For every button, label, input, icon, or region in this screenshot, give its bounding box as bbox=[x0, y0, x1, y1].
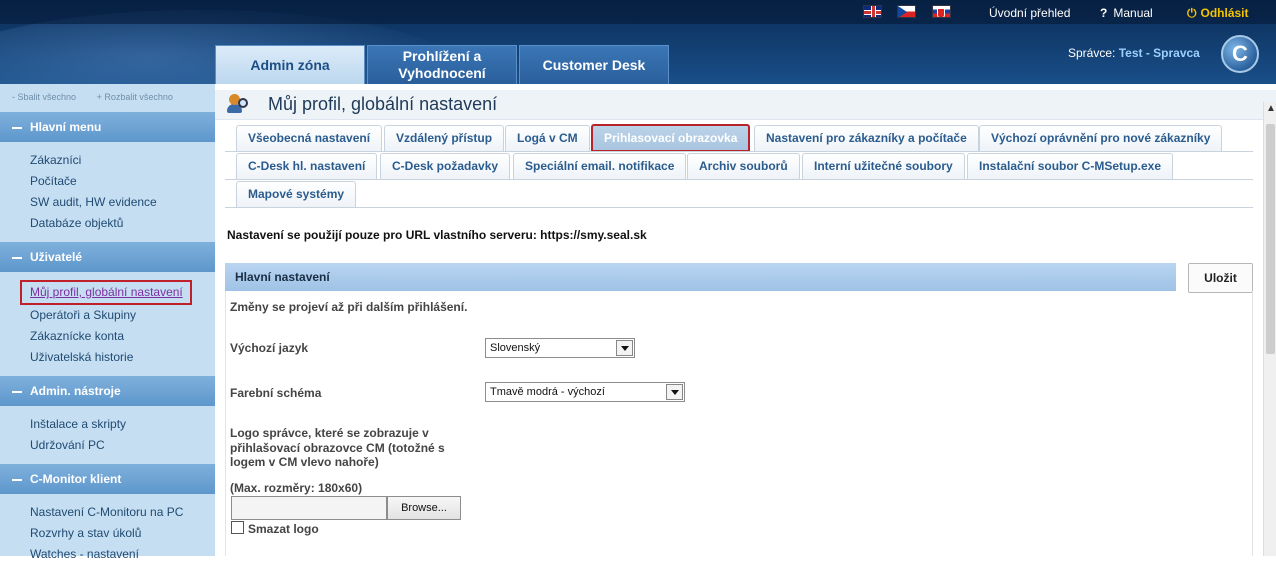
top-bar bbox=[0, 0, 1276, 24]
section-title: Uživatelé bbox=[30, 250, 83, 264]
sidebar-item-computers[interactable]: Počítače bbox=[30, 171, 215, 192]
chevron-down-icon[interactable] bbox=[666, 384, 683, 400]
sidebar-section-admin-tools[interactable]: Admin. nástroje bbox=[0, 376, 215, 406]
tab-special-email[interactable]: Speciální email. notifikace bbox=[513, 153, 687, 179]
browse-button[interactable]: Browse... bbox=[387, 496, 461, 520]
sidebar-item-customer-accounts[interactable]: Zákaznícke konta bbox=[30, 326, 215, 347]
sidebar-item-schedules[interactable]: Rozvrhy a stav úkolů bbox=[30, 523, 215, 544]
logout-label: Odhlásit bbox=[1200, 6, 1249, 20]
sidebar: - Sbalit všechno + Rozbalit všechno Hlav… bbox=[0, 84, 215, 561]
tab-file-archive[interactable]: Archiv souborů bbox=[687, 153, 800, 179]
logo-label-line2: přihlašovací obrazovce CM (totožné s bbox=[230, 441, 445, 455]
sidebar-item-pc-maintenance[interactable]: Udržování PC bbox=[30, 435, 215, 456]
sidebar-item-install-scripts[interactable]: Inštalace a skripty bbox=[30, 414, 215, 435]
sidebar-item-customers[interactable]: Zákazníci bbox=[30, 150, 215, 171]
tab-divider bbox=[225, 151, 1253, 152]
tab-login-screen[interactable]: Prihlasovací obrazovka bbox=[591, 124, 751, 152]
sidebar-list-main-menu: Zákazníci Počítače SW audit, HW evidence… bbox=[0, 142, 215, 242]
uk-flag-icon[interactable] bbox=[863, 5, 882, 18]
save-button[interactable]: Uložit bbox=[1188, 263, 1253, 293]
tab-admin-zone[interactable]: Admin zóna bbox=[215, 45, 365, 84]
tab-installer-file[interactable]: Instalační soubor C-MSetup.exe bbox=[967, 153, 1174, 179]
app-logo: C bbox=[1221, 35, 1259, 73]
manual-label: Manual bbox=[1113, 6, 1153, 20]
logo-label-line3: logem v CM vlevo nahoře) bbox=[230, 455, 379, 469]
tab-default-permissions[interactable]: Výchozí oprávnění pro nové zákazníky bbox=[979, 125, 1223, 151]
server-info-text: Nastavení se použijí pouze pro URL vlast… bbox=[227, 228, 647, 242]
tab-remote-access[interactable]: Vzdálený přístup bbox=[384, 125, 505, 151]
color-scheme-select[interactable]: Tmavě modrá - výchozí bbox=[485, 382, 685, 402]
sidebar-section-cmonitor[interactable]: C-Monitor klient bbox=[0, 464, 215, 494]
tab-logos-cm[interactable]: Logá v CM bbox=[505, 125, 590, 151]
main-content: Můj profil, globální nastavení ▲ Všeobec… bbox=[215, 84, 1276, 556]
delete-logo-checkbox[interactable] bbox=[231, 521, 244, 534]
logo-size-hint: (Max. rozměry: 180x60) bbox=[230, 481, 363, 495]
default-language-value: Slovenský bbox=[490, 342, 541, 354]
sk-flag-icon[interactable] bbox=[932, 5, 951, 18]
collapse-icon bbox=[12, 390, 22, 393]
sidebar-item-watches[interactable]: Watches - nastavení bbox=[30, 544, 215, 565]
admin-name[interactable]: Test - Spravca bbox=[1119, 46, 1200, 60]
settings-tabs: Všeobecná nastavení Vzdálený přístup Log… bbox=[225, 124, 1253, 211]
section-title: C-Monitor klient bbox=[30, 472, 122, 486]
expand-all-link[interactable]: + Rozbalit všechno bbox=[97, 92, 173, 102]
collapse-icon bbox=[12, 478, 22, 481]
sidebar-item-cmonitor-settings[interactable]: Nastavení C-Monitoru na PC bbox=[30, 502, 215, 523]
default-language-label: Výchozí jazyk bbox=[230, 341, 309, 355]
sidebar-item-operators[interactable]: Operátoři a Skupiny bbox=[30, 305, 215, 326]
logout-link[interactable]: ⏻ Odhlásit bbox=[1187, 6, 1249, 21]
scroll-thumb[interactable] bbox=[1266, 124, 1275, 354]
delete-logo-label: Smazat logo bbox=[248, 522, 319, 536]
manual-link[interactable]: ? Manual bbox=[1100, 6, 1153, 20]
sidebar-list-admin-tools: Inštalace a skripty Udržování PC bbox=[0, 406, 215, 464]
profile-search-icon bbox=[227, 92, 253, 116]
tab-internal-files[interactable]: Interní užitečné soubory bbox=[802, 153, 965, 179]
app-header: Úvodní přehled ? Manual ⏻ Odhlásit Admin z… bbox=[0, 0, 1276, 84]
sidebar-section-users[interactable]: Uživatelé bbox=[0, 242, 215, 272]
tab-customer-desk[interactable]: Customer Desk bbox=[519, 45, 669, 84]
section-header: Hlavní nastavení bbox=[225, 263, 1176, 291]
page-header: Můj profil, globální nastavení bbox=[215, 90, 1276, 120]
scroll-up-icon[interactable]: ▲ bbox=[1266, 103, 1276, 114]
admin-info: Správce: Test - Spravca bbox=[1068, 46, 1200, 60]
color-scheme-value: Tmavě modrá - výchozí bbox=[490, 386, 605, 398]
color-scheme-label: Farební schéma bbox=[230, 386, 322, 400]
collapse-all-link[interactable]: - Sbalit všechno bbox=[12, 92, 76, 102]
tab-customer-pc-settings[interactable]: Nastavení pro zákazníky a počítače bbox=[754, 125, 979, 151]
collapse-icon bbox=[12, 126, 22, 129]
cz-flag-icon[interactable] bbox=[897, 5, 916, 18]
tab-map-systems[interactable]: Mapové systémy bbox=[236, 181, 357, 207]
vertical-scrollbar[interactable]: ▲ bbox=[1263, 102, 1276, 556]
tab-cdesk-requests[interactable]: C-Desk požadavky bbox=[380, 153, 511, 179]
overview-link[interactable]: Úvodní přehled bbox=[989, 6, 1070, 20]
collapse-controls: - Sbalit všechno + Rozbalit všechno bbox=[0, 84, 215, 112]
section-title: Hlavní menu bbox=[30, 120, 102, 134]
help-icon: ? bbox=[1100, 6, 1108, 20]
sidebar-item-my-profile[interactable]: Můj profil, globální nastavení bbox=[20, 280, 192, 305]
page-title: Můj profil, globální nastavení bbox=[268, 94, 498, 114]
logo-label-line1: Logo správce, které se zobrazuje v bbox=[230, 426, 429, 440]
default-language-select[interactable]: Slovenský bbox=[485, 338, 635, 358]
tab-divider bbox=[225, 179, 1253, 180]
tab-divider bbox=[225, 207, 1253, 208]
power-icon: ⏻ bbox=[1187, 6, 1197, 20]
sidebar-item-object-database[interactable]: Databáze objektů bbox=[30, 213, 215, 234]
sidebar-section-main-menu[interactable]: Hlavní menu bbox=[0, 112, 215, 142]
tab-cdesk-main[interactable]: C-Desk hl. nastavení bbox=[236, 153, 378, 179]
sidebar-item-sw-audit[interactable]: SW audit, HW evidence bbox=[30, 192, 215, 213]
sidebar-list-cmonitor: Nastavení C-Monitoru na PC Rozvrhy a sta… bbox=[0, 494, 215, 573]
tab-view-evaluation[interactable]: Prohlížení a Vyhodnocení bbox=[367, 45, 517, 84]
admin-prefix: Správce: bbox=[1068, 46, 1116, 60]
section-title: Admin. nástroje bbox=[30, 384, 121, 398]
tab-general-settings[interactable]: Všeobecná nastavení bbox=[236, 125, 383, 151]
changes-note: Změny se projeví až při dalším přihlášen… bbox=[230, 300, 468, 314]
sidebar-list-users: Můj profil, globální nastavení Operátoři… bbox=[0, 272, 215, 376]
chevron-down-icon[interactable] bbox=[616, 340, 633, 356]
sidebar-item-user-history[interactable]: Uživatelská historie bbox=[30, 347, 215, 368]
logo-file-input[interactable] bbox=[231, 496, 387, 520]
collapse-icon bbox=[12, 256, 22, 259]
